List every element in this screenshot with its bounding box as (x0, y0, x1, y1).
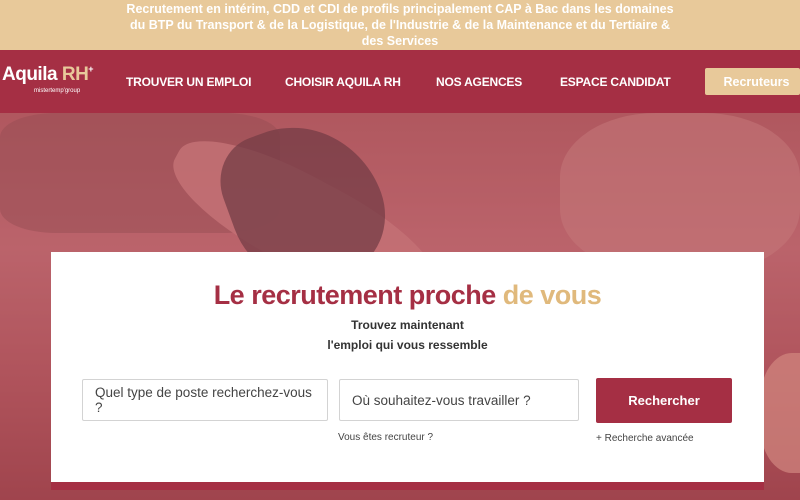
logo-rh: RH (61, 64, 89, 85)
logo-subtitle: mistertemp'group (34, 88, 81, 94)
nav-trouver-un-emploi[interactable]: TROUVER UN EMPLOI (126, 75, 251, 89)
logo-sup: + (88, 64, 94, 74)
logo-main-text: Aquila RH+ (2, 64, 94, 85)
nav-espace-candidat[interactable]: ESPACE CANDIDAT (560, 75, 671, 89)
main-navigation: Aquila RH+ mistertemp'group TROUVER UN E… (0, 50, 800, 113)
card-bottom-accent (51, 482, 764, 490)
announcement-text: Recrutement en intérim, CDD et CDI de pr… (126, 2, 674, 48)
recruteurs-button[interactable]: Recruteurs (705, 68, 800, 95)
logo[interactable]: Aquila RH+ mistertemp'group (2, 64, 94, 94)
search-card: Le recrutement proche de vous Trouvez ma… (51, 252, 764, 482)
job-type-input[interactable]: Quel type de poste recherchez-vous ? (82, 379, 328, 421)
search-button[interactable]: Rechercher (596, 378, 732, 423)
advanced-search-link[interactable]: + Recherche avancée (596, 433, 694, 444)
headline-main: Le recrutement proche (213, 280, 503, 310)
announcement-bar: Recrutement en intérim, CDD et CDI de pr… (0, 0, 800, 50)
hero-subline-2: l'emploi qui vous ressemble (327, 338, 488, 352)
job-type-placeholder: Quel type de poste recherchez-vous ? (95, 385, 312, 415)
location-input[interactable]: Où souhaitez-vous travailler ? (339, 379, 579, 421)
nav-choisir-aquila-rh[interactable]: CHOISIR AQUILA RH (285, 75, 401, 89)
location-placeholder: Où souhaitez-vous travailler ? (352, 392, 531, 408)
nav-nos-agences[interactable]: NOS AGENCES (436, 75, 522, 89)
headline-accent: de vous (502, 280, 602, 310)
hero-subline-1: Trouvez maintenant (351, 318, 464, 332)
recruiter-link[interactable]: Vous êtes recruteur ? (338, 432, 433, 443)
logo-aquila: Aquila (2, 64, 58, 85)
hero-headline: Le recrutement proche de vous (51, 280, 764, 311)
